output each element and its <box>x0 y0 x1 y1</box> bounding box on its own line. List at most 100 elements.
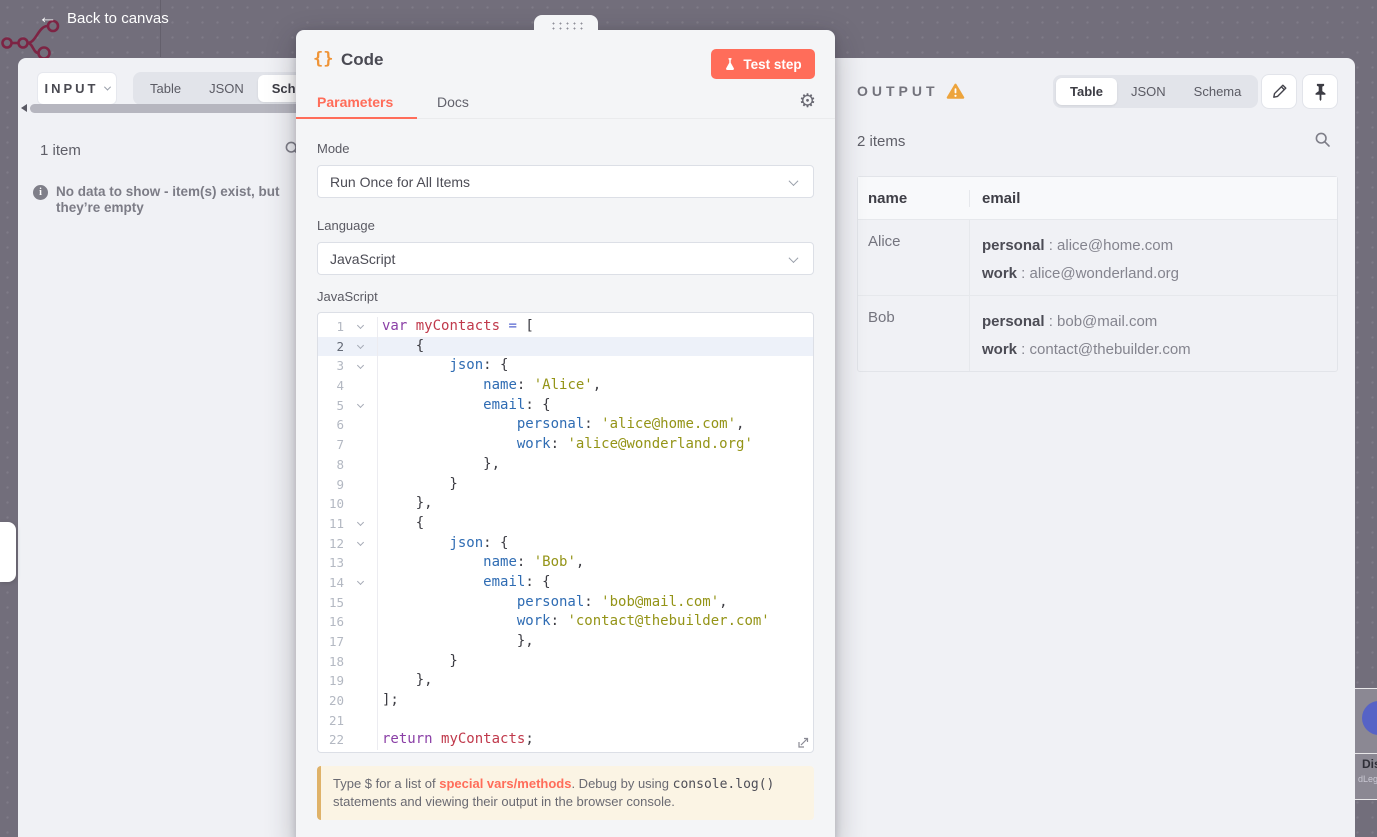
fold-chevron-icon[interactable] <box>356 322 364 330</box>
test-step-label: Test step <box>743 56 802 72</box>
output-tab-table[interactable]: Table <box>1056 78 1117 105</box>
output-panel-title: OUTPUT <box>857 83 939 99</box>
back-arrow-icon: ← <box>38 7 57 28</box>
back-to-canvas-button[interactable]: ← Back to canvas <box>38 8 169 28</box>
fold-chevron-icon[interactable] <box>356 519 364 527</box>
hint-text: . Debug by using <box>571 776 673 791</box>
code-text: } <box>382 652 458 669</box>
drag-dots-icon <box>549 20 583 30</box>
editor-gutter: 18 <box>318 651 378 672</box>
resize-handle-icon[interactable] <box>797 736 810 749</box>
code-line: 4 name: 'Alice', <box>318 376 813 396</box>
code-line: 6 personal: 'alice@home.com', <box>318 415 813 436</box>
pencil-icon <box>1272 84 1286 98</box>
input-source-dropdown[interactable]: INPUT <box>37 72 117 105</box>
line-number: 22 <box>328 732 344 748</box>
table-row[interactable]: Alice personal : alice@home.com work : ali… <box>858 219 1337 295</box>
code-text: email: { <box>483 396 551 413</box>
code-text: }, <box>382 455 501 472</box>
node-icon-fragment <box>1362 701 1377 735</box>
line-number: 7 <box>336 437 344 453</box>
fold-chevron-icon[interactable] <box>356 578 364 586</box>
canvas-node-fragment: Dis dLega <box>1355 688 1377 800</box>
fold-chevron-icon[interactable] <box>356 341 364 350</box>
input-empty-state: i No data to show - item(s) exist, but t… <box>33 184 295 216</box>
test-step-button[interactable]: Test step <box>711 49 815 79</box>
fragment-sublabel: dLega <box>1358 774 1377 784</box>
fold-chevron-icon[interactable] <box>356 401 364 409</box>
editor-gutter: 20 <box>318 691 378 711</box>
output-tab-schema[interactable]: Schema <box>1180 78 1256 105</box>
code-text: work: 'contact@thebuilder.com' <box>516 613 770 630</box>
editor-gutter: 19 <box>318 671 378 692</box>
input-empty-message: No data to show - item(s) exist, but the… <box>56 184 280 215</box>
tab-parameters[interactable]: Parameters <box>317 94 393 110</box>
line-number: 9 <box>336 476 344 492</box>
warning-icon <box>946 83 965 99</box>
input-tab-json[interactable]: JSON <box>195 75 258 102</box>
output-tabs: Table JSON Schema <box>1053 75 1259 108</box>
collapsed-panel-handle[interactable] <box>0 522 16 582</box>
code-line: 19 }, <box>318 671 813 692</box>
back-label: Back to canvas <box>67 9 169 27</box>
code-text: return myContacts; <box>382 731 534 748</box>
chevron-down-icon <box>788 176 799 187</box>
code-text: }, <box>382 672 433 689</box>
fold-chevron-icon[interactable] <box>356 538 364 546</box>
code-text: json: { <box>449 534 509 551</box>
editor-gutter: 16 <box>318 612 378 632</box>
code-text: personal: 'bob@mail.com', <box>516 593 728 610</box>
chevron-down-icon <box>103 83 111 91</box>
fragment-label: Dis <box>1362 757 1377 771</box>
line-number: 11 <box>328 515 344 531</box>
code-line: 5 email: { <box>318 395 813 416</box>
code-line: 10 }, <box>318 494 813 514</box>
editor-gutter: 7 <box>318 435 378 455</box>
code-line: 18 } <box>318 651 813 672</box>
output-search-icon[interactable] <box>1314 131 1331 148</box>
code-text: email: { <box>483 573 551 590</box>
code-line: 14 email: { <box>318 572 813 593</box>
editor-label: JavaScript <box>317 289 378 304</box>
code-editor[interactable]: 1 var myContacts = [2 {3 json: {4 name: '… <box>317 312 814 753</box>
modal-drag-handle[interactable] <box>534 15 598 35</box>
email-cell: personal : alice@home.com work : alice@wo… <box>970 220 1337 295</box>
fold-chevron-icon[interactable] <box>356 361 364 369</box>
edit-output-button[interactable] <box>1261 74 1297 109</box>
line-number: 20 <box>328 693 344 709</box>
email-cell: personal : bob@mail.com work : contact@th… <box>970 296 1337 371</box>
mode-select[interactable]: Run Once for All Items <box>317 165 814 198</box>
table-row[interactable]: Bob personal : bob@mail.com work : contact… <box>858 295 1337 371</box>
input-tab-table[interactable]: Table <box>136 75 195 102</box>
code-line: 12 json: { <box>318 533 813 554</box>
chevron-down-icon <box>788 253 799 264</box>
hint-text: statements and viewing their output in t… <box>333 794 675 809</box>
fragment-divider <box>1355 753 1377 754</box>
language-label: Language <box>317 218 375 233</box>
code-text: }, <box>382 633 534 649</box>
editor-gutter: 5 <box>318 395 378 416</box>
editor-gutter: 3 <box>318 356 378 377</box>
special-vars-link[interactable]: special vars/methods <box>439 776 571 791</box>
language-value: JavaScript <box>330 250 396 267</box>
tab-docs[interactable]: Docs <box>437 94 469 110</box>
code-line: 17 }, <box>318 632 813 652</box>
output-tab-json[interactable]: JSON <box>1117 78 1180 105</box>
scroll-left-arrow-icon[interactable] <box>21 104 27 112</box>
language-select[interactable]: JavaScript <box>317 242 814 275</box>
line-number: 12 <box>328 535 344 551</box>
code-line: 20]; <box>318 691 813 711</box>
code-node-modal: {} Code Test step Parameters Docs ⚙ Mode… <box>296 30 835 837</box>
settings-gear-icon[interactable]: ⚙ <box>799 90 816 113</box>
editor-gutter: 6 <box>318 415 378 436</box>
line-number: 6 <box>336 417 344 433</box>
line-number: 4 <box>336 378 344 394</box>
input-horizontal-scrollbar[interactable] <box>30 104 320 113</box>
code-line: 16 work: 'contact@thebuilder.com' <box>318 612 813 632</box>
column-header-name: name <box>858 189 970 207</box>
line-number: 14 <box>328 574 344 590</box>
email-entry: personal : bob@mail.com <box>982 313 1158 330</box>
editor-gutter: 11 <box>318 513 378 534</box>
pin-data-button[interactable] <box>1302 74 1338 109</box>
editor-gutter: 14 <box>318 572 378 593</box>
